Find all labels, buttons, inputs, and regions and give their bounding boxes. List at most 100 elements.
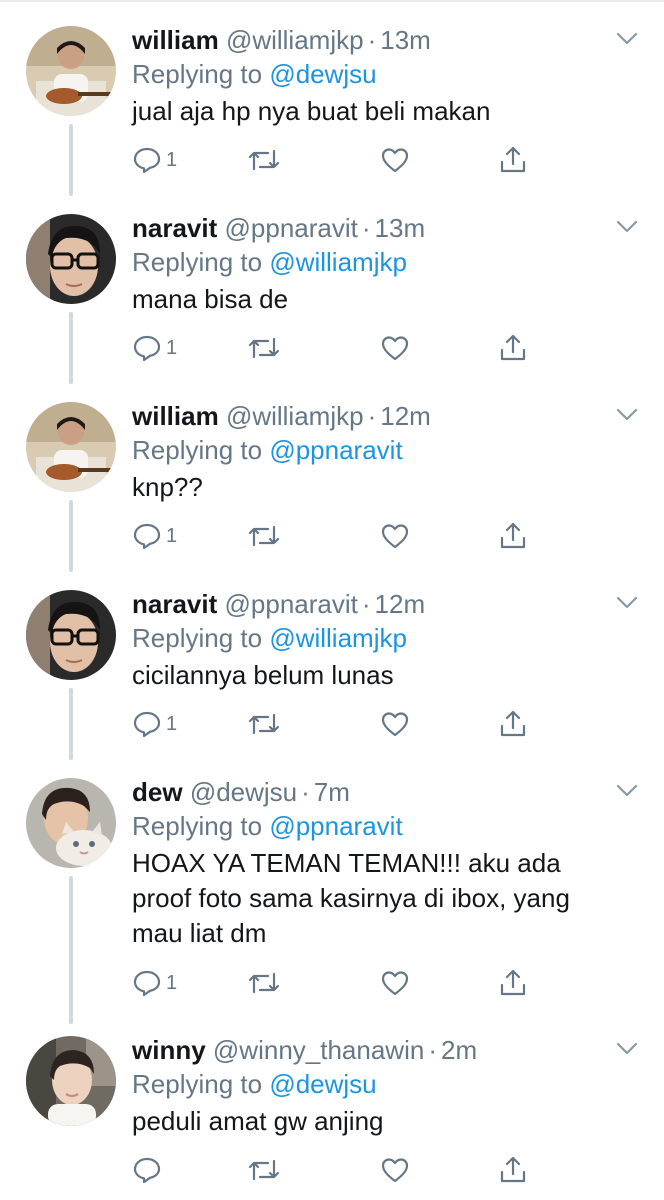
- retweet-icon: [246, 145, 282, 175]
- heart-icon: [380, 521, 410, 551]
- reply-button[interactable]: 1: [132, 965, 177, 1001]
- replying-to: Replying to @ppnaravit: [132, 810, 403, 842]
- user-handle[interactable]: @williamjkp: [226, 401, 364, 431]
- display-name[interactable]: william: [132, 401, 219, 431]
- tweet-actions: 1: [132, 330, 552, 366]
- like-button[interactable]: [380, 1152, 410, 1188]
- user-handle[interactable]: @ppnaravit: [225, 589, 358, 619]
- like-button[interactable]: [380, 518, 410, 554]
- display-name[interactable]: naravit: [132, 589, 217, 619]
- heart-icon: [380, 333, 410, 363]
- chevron-down-icon[interactable]: [614, 404, 640, 424]
- replying-to-label: Replying to: [132, 247, 263, 277]
- tweet[interactable]: dew @dewjsu · 7m Replying to @ppnaravit HO…: [0, 776, 664, 1016]
- retweet-button[interactable]: [246, 142, 282, 178]
- replying-to-handle[interactable]: @dewjsu: [269, 1069, 376, 1099]
- reply-count: 1: [166, 713, 178, 735]
- chevron-down-icon[interactable]: [614, 216, 640, 236]
- replying-to-label: Replying to: [132, 59, 263, 89]
- retweet-icon: [246, 333, 282, 363]
- user-handle[interactable]: @dewjsu: [190, 777, 297, 807]
- tweet-actions: 1: [132, 518, 552, 554]
- replying-to: Replying to @dewjsu: [132, 1068, 377, 1100]
- tweet-header: naravit @ppnaravit · 12m: [132, 588, 425, 620]
- reply-count: 1: [166, 525, 178, 547]
- chevron-down-icon[interactable]: [614, 28, 640, 48]
- tweet-header: winny @winny_thanawin · 2m: [132, 1034, 477, 1066]
- user-handle[interactable]: @williamjkp: [226, 25, 364, 55]
- user-handle[interactable]: @ppnaravit: [225, 213, 358, 243]
- avatar[interactable]: [26, 778, 116, 868]
- replying-to-handle[interactable]: @ppnaravit: [269, 811, 402, 841]
- timestamp[interactable]: 7m: [314, 777, 350, 807]
- like-button[interactable]: [380, 965, 410, 1001]
- reply-button[interactable]: 1: [132, 330, 177, 366]
- avatar[interactable]: [26, 590, 116, 680]
- reply-button[interactable]: [132, 1152, 166, 1188]
- tweet-header: naravit @ppnaravit · 13m: [132, 212, 425, 244]
- chevron-down-icon[interactable]: [614, 592, 640, 612]
- avatar[interactable]: [26, 1036, 116, 1126]
- retweet-button[interactable]: [246, 1152, 282, 1188]
- display-name[interactable]: naravit: [132, 213, 217, 243]
- tweet[interactable]: naravit @ppnaravit · 12m Replying to @will…: [0, 588, 664, 758]
- share-button[interactable]: [498, 518, 528, 554]
- tweet-text: knp??: [132, 472, 203, 502]
- heart-icon: [380, 145, 410, 175]
- replying-to-handle[interactable]: @williamjkp: [269, 623, 407, 653]
- like-button[interactable]: [380, 706, 410, 742]
- tweet[interactable]: winny @winny_thanawin · 2m Replying to @de…: [0, 1034, 664, 1200]
- retweet-button[interactable]: [246, 706, 282, 742]
- tweet-actions: 1: [132, 142, 552, 178]
- tweet-actions: 1: [132, 965, 552, 1001]
- display-name[interactable]: william: [132, 25, 219, 55]
- share-button[interactable]: [498, 965, 528, 1001]
- share-button[interactable]: [498, 330, 528, 366]
- replying-to-label: Replying to: [132, 435, 263, 465]
- replying-to: Replying to @williamjkp: [132, 622, 407, 654]
- avatar[interactable]: [26, 402, 116, 492]
- separator-dot: ·: [361, 589, 371, 619]
- replying-to-handle[interactable]: @ppnaravit: [269, 435, 402, 465]
- user-handle[interactable]: @winny_thanawin: [213, 1035, 424, 1065]
- tweet[interactable]: william @williamjkp · 13m Replying to @dew…: [0, 24, 664, 194]
- tweet[interactable]: naravit @ppnaravit · 13m Replying to @will…: [0, 212, 664, 382]
- timestamp[interactable]: 12m: [375, 589, 426, 619]
- avatar[interactable]: [26, 26, 116, 116]
- display-name[interactable]: winny: [132, 1035, 206, 1065]
- reply-button[interactable]: 1: [132, 518, 177, 554]
- replying-to-label: Replying to: [132, 623, 263, 653]
- timestamp[interactable]: 2m: [441, 1035, 477, 1065]
- timestamp[interactable]: 12m: [380, 401, 431, 431]
- share-button[interactable]: [498, 1152, 528, 1188]
- chevron-down-icon[interactable]: [614, 780, 640, 800]
- separator-dot: ·: [367, 25, 377, 55]
- share-button[interactable]: [498, 706, 528, 742]
- reply-icon: [132, 521, 162, 551]
- retweet-icon: [246, 521, 282, 551]
- share-icon: [498, 521, 528, 551]
- reply-icon: [132, 968, 162, 998]
- like-button[interactable]: [380, 330, 410, 366]
- share-icon: [498, 968, 528, 998]
- replying-to-label: Replying to: [132, 811, 263, 841]
- timestamp[interactable]: 13m: [380, 25, 431, 55]
- share-button[interactable]: [498, 142, 528, 178]
- like-button[interactable]: [380, 142, 410, 178]
- avatar[interactable]: [26, 214, 116, 304]
- chevron-down-icon[interactable]: [614, 1038, 640, 1058]
- retweet-button[interactable]: [246, 965, 282, 1001]
- timestamp[interactable]: 13m: [375, 213, 426, 243]
- replying-to-handle[interactable]: @dewjsu: [269, 59, 376, 89]
- retweet-icon: [246, 1155, 282, 1185]
- tweet[interactable]: william @williamjkp · 12m Replying to @ppn…: [0, 400, 664, 570]
- reply-button[interactable]: 1: [132, 142, 177, 178]
- retweet-button[interactable]: [246, 330, 282, 366]
- reply-icon: [132, 709, 162, 739]
- display-name[interactable]: dew: [132, 777, 183, 807]
- replying-to-handle[interactable]: @williamjkp: [269, 247, 407, 277]
- retweet-button[interactable]: [246, 518, 282, 554]
- tweet-text: jual aja hp nya buat beli makan: [132, 96, 491, 126]
- share-icon: [498, 333, 528, 363]
- reply-button[interactable]: 1: [132, 706, 177, 742]
